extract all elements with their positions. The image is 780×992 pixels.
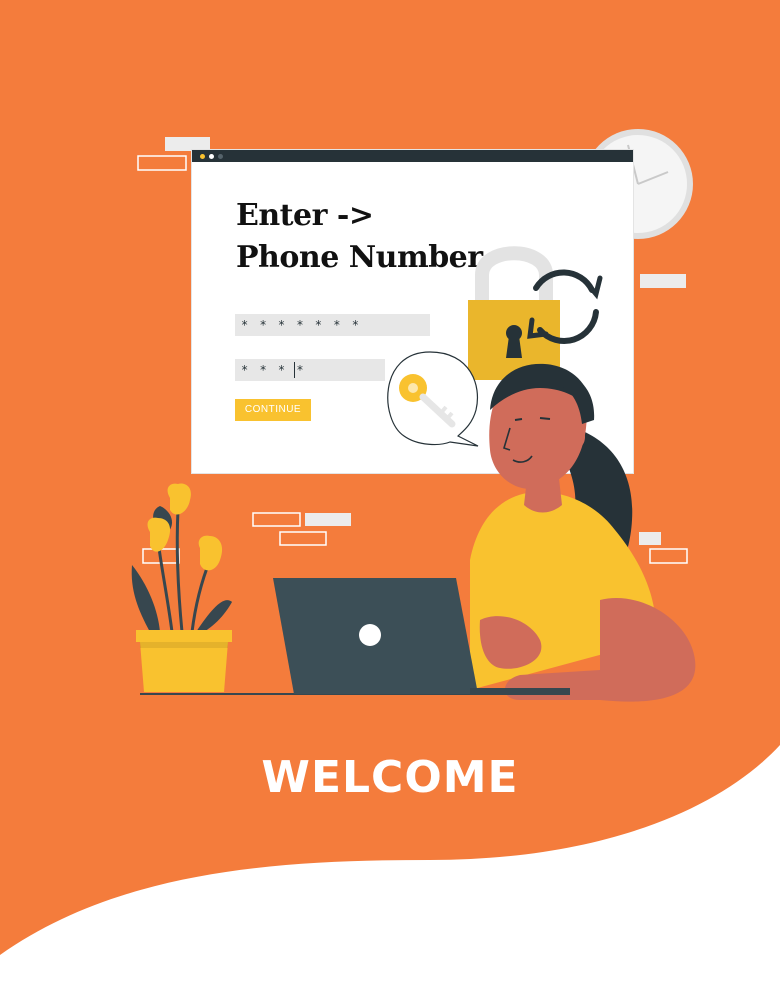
padlock-icon bbox=[468, 246, 560, 380]
key-bubble bbox=[387, 351, 479, 447]
welcome-screen: Enter -> Phone Number * * * * * * * * * … bbox=[0, 0, 780, 992]
foreground-illustration bbox=[131, 246, 696, 702]
welcome-heading: WELCOME bbox=[261, 752, 519, 803]
plant-icon bbox=[131, 483, 232, 692]
woman-illustration bbox=[470, 363, 696, 702]
